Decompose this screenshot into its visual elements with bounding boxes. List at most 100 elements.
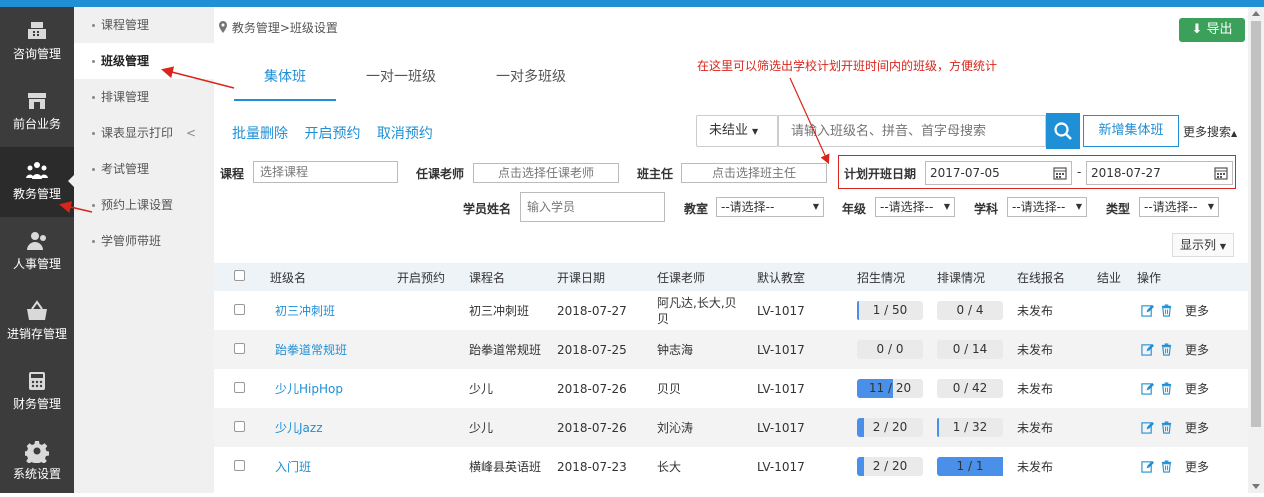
table-row: 入门班 横峰县英语班 2018-07-23 长大 LV-1017 2 / 20 1 / 1 未…: [214, 447, 1248, 486]
more-link[interactable]: 更多: [1185, 382, 1209, 396]
teacher-cell: 刘沁涛: [657, 408, 757, 447]
tab-one-on-one[interactable]: 一对一班级: [336, 65, 466, 101]
edit-icon[interactable]: [1141, 460, 1154, 473]
row-checkbox[interactable]: [234, 459, 245, 471]
online-status-cell: 未发布: [1017, 304, 1054, 318]
scroll-thumb[interactable]: [1251, 21, 1261, 427]
status-select[interactable]: 未结业 ▼: [696, 115, 778, 147]
submenu-item-4[interactable]: 考试管理: [74, 151, 214, 187]
date-separator: -: [1077, 165, 1082, 179]
table-header-row: 班级名 开启预约 课程名 开课日期 任课老师 默认教室 招生情况 排课情况 在线…: [214, 263, 1248, 291]
nav-item-1[interactable]: 前台业务: [0, 77, 74, 147]
trash-icon[interactable]: [1160, 304, 1173, 317]
nav-item-5[interactable]: 财务管理: [0, 357, 74, 427]
col-schedule: 排课情况: [937, 263, 1017, 291]
more-link[interactable]: 更多: [1185, 304, 1209, 318]
type-select[interactable]: --请选择-- ▼: [1139, 197, 1219, 217]
online-status-cell: 未发布: [1017, 460, 1054, 474]
student-name-field[interactable]: 输入学员: [520, 192, 665, 222]
trash-icon[interactable]: [1160, 343, 1173, 356]
online-status-cell: 未发布: [1017, 382, 1054, 396]
row-checkbox[interactable]: [234, 381, 245, 393]
schedule-bar: 0 / 4: [937, 301, 1003, 320]
class-name-link[interactable]: 入门班: [270, 460, 311, 474]
col-start-date: 开课日期: [557, 263, 657, 291]
course-field[interactable]: 选择课程: [253, 161, 398, 183]
tab-group-class[interactable]: 集体班: [234, 65, 336, 101]
class-name-link[interactable]: 少儿Jazz: [270, 421, 323, 435]
bullet-icon: [92, 24, 95, 27]
online-status-cell: 未发布: [1017, 408, 1097, 447]
schedule-bar: 0 / 42: [937, 379, 1003, 398]
enrollment-text: 11 / 20: [868, 381, 912, 395]
booking-cell: [397, 447, 469, 486]
row-checkbox[interactable]: [234, 303, 245, 315]
submenu-item-6[interactable]: 学管师带班: [74, 223, 214, 259]
edit-icon[interactable]: [1141, 421, 1154, 434]
more-search-toggle[interactable]: 更多搜索▲: [1183, 123, 1237, 140]
caret-down-icon: ▼: [812, 202, 819, 211]
class-name-link[interactable]: 少儿HipHop: [270, 382, 343, 396]
caret-down-icon: ▼: [1075, 202, 1082, 211]
trash-icon[interactable]: [1160, 421, 1173, 434]
submenu-item-5[interactable]: 预约上课设置: [74, 187, 214, 223]
col-class-name: 班级名: [270, 263, 397, 291]
add-group-class-button[interactable]: 新增集体班: [1083, 115, 1179, 147]
nav-item-6[interactable]: 系统设置: [0, 427, 74, 497]
show-columns-button[interactable]: 显示列 ▼: [1172, 233, 1234, 257]
edit-icon[interactable]: [1141, 304, 1154, 317]
submenu-item-3[interactable]: 课表显示打印 <: [74, 115, 214, 151]
edit-icon[interactable]: [1141, 343, 1154, 356]
main-content: 教务管理>班级设置 ⬇ 导出 集体班 一对一班级 一对多班级 在这里可以筛选出学…: [214, 7, 1248, 493]
submenu-item-2[interactable]: 排课管理: [74, 79, 214, 115]
more-link[interactable]: 更多: [1185, 343, 1209, 357]
nav-item-2[interactable]: 教务管理: [0, 147, 74, 217]
search-input[interactable]: [778, 115, 1046, 147]
date-end-field[interactable]: 2018-07-27: [1086, 161, 1233, 185]
head-teacher-field[interactable]: 点击选择班主任: [681, 163, 827, 183]
people-icon: [0, 147, 74, 187]
teacher-field[interactable]: 点击选择任课老师: [473, 163, 619, 183]
edit-icon[interactable]: [1141, 382, 1154, 395]
select-all-checkbox[interactable]: [234, 270, 245, 281]
room-cell: LV-1017: [757, 408, 857, 447]
col-enrollment: 招生情况: [857, 263, 937, 291]
enrollment-bar: 2 / 20: [857, 418, 923, 437]
subject-select[interactable]: --请选择-- ▼: [1007, 197, 1087, 217]
row-checkbox[interactable]: [234, 420, 245, 432]
scroll-up-arrow[interactable]: [1252, 11, 1260, 16]
trash-icon[interactable]: [1160, 460, 1173, 473]
nav-item-0[interactable]: 咨询管理: [0, 7, 74, 77]
submenu-item-0[interactable]: 课程管理: [74, 7, 214, 43]
class-name-link[interactable]: 跆拳道常规班: [270, 343, 347, 357]
grade-select[interactable]: --请选择-- ▼: [875, 197, 955, 217]
search-button[interactable]: [1046, 113, 1080, 149]
submenu-item-label: 排课管理: [101, 90, 150, 104]
breadcrumb-text: 教务管理>班级设置: [231, 21, 338, 35]
date-cell: 2018-07-26: [557, 408, 657, 447]
table-row: 跆拳道常规班 跆拳道常规班 2018-07-25 钟志海 LV-1017 0 / 00 /…: [214, 330, 1248, 369]
head-teacher-label: 班主任: [637, 167, 674, 181]
scroll-down-arrow[interactable]: [1252, 484, 1260, 489]
export-button[interactable]: ⬇ 导出: [1179, 18, 1245, 42]
row-checkbox[interactable]: [234, 342, 245, 354]
class-type-tabs: 集体班 一对一班级 一对多班级: [234, 65, 596, 101]
more-link[interactable]: 更多: [1185, 460, 1209, 474]
date-start-field[interactable]: 2017-07-05: [925, 161, 1072, 185]
nav-item-3[interactable]: 人事管理: [0, 217, 74, 287]
chevron-left-icon: <: [185, 126, 196, 140]
nav-item-4[interactable]: 进销存管理: [0, 287, 74, 357]
cancel-booking-link[interactable]: 取消预约: [377, 126, 433, 142]
vertical-scrollbar[interactable]: [1248, 7, 1264, 493]
nav-item-label: 咨询管理: [12, 47, 61, 61]
batch-delete-link[interactable]: 批量删除: [232, 126, 288, 142]
submenu-item-1[interactable]: 班级管理: [74, 43, 214, 79]
trash-icon[interactable]: [1160, 382, 1173, 395]
tab-one-to-many[interactable]: 一对多班级: [466, 65, 596, 101]
more-link[interactable]: 更多: [1185, 421, 1209, 435]
enable-booking-link[interactable]: 开启预约: [304, 126, 360, 142]
caret-down-icon: ▼: [943, 202, 950, 211]
col-room: 默认教室: [757, 263, 857, 291]
class-name-link[interactable]: 初三冲刺班: [270, 304, 335, 318]
room-select[interactable]: --请选择-- ▼: [716, 197, 824, 217]
